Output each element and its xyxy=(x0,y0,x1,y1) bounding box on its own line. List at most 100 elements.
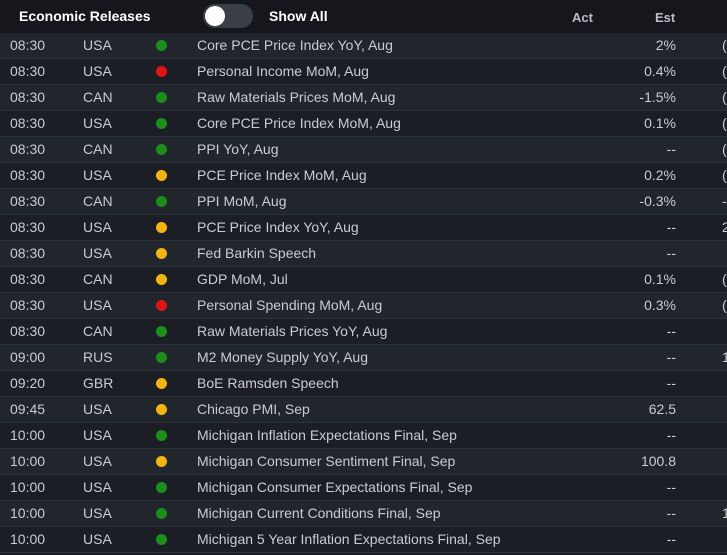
importance-dot-icon xyxy=(156,508,167,519)
release-name: Raw Materials Prices MoM, Aug xyxy=(197,89,396,105)
table-row[interactable]: 08:30 USA Fed Barkin Speech -- xyxy=(0,241,727,267)
importance-dot-icon xyxy=(156,274,167,285)
release-name: PPI YoY, Aug xyxy=(197,141,279,157)
release-previous: -( xyxy=(722,193,727,209)
table-row[interactable]: 10:00 USA Michigan Consumer Sentiment Fina… xyxy=(0,449,727,475)
table-row[interactable]: 08:30 USA Core PCE Price Index MoM, Aug 0.1… xyxy=(0,111,727,137)
column-header-est[interactable]: Est xyxy=(655,10,675,25)
importance-dot-icon xyxy=(156,144,167,155)
release-name: Michigan Consumer Expectations Final, Se… xyxy=(197,479,473,495)
release-name: Michigan Inflation Expectations Final, S… xyxy=(197,427,457,443)
importance-dot-icon xyxy=(156,92,167,103)
release-country: USA xyxy=(83,297,112,313)
table-row[interactable]: 08:30 CAN PPI MoM, Aug -0.3% -( xyxy=(0,189,727,215)
release-time: 08:30 xyxy=(10,89,46,105)
release-country: CAN xyxy=(83,193,113,209)
importance-dot-icon xyxy=(156,482,167,493)
release-country: USA xyxy=(83,453,112,469)
show-all-label: Show All xyxy=(269,8,328,24)
table-row[interactable]: 08:30 USA PCE Price Index YoY, Aug -- 2 xyxy=(0,215,727,241)
table-row[interactable]: 09:00 RUS M2 Money Supply YoY, Aug -- 1! xyxy=(0,345,727,371)
release-estimate: 0.1% xyxy=(644,115,676,131)
releases-list: 08:30 USA Core PCE Price Index YoY, Aug 2% (… xyxy=(0,33,727,553)
importance-dot-icon xyxy=(156,352,167,363)
release-time: 08:30 xyxy=(10,297,46,313)
release-time: 10:00 xyxy=(10,505,46,521)
release-estimate: -- xyxy=(666,219,676,235)
importance-dot-icon xyxy=(156,326,167,337)
show-all-toggle[interactable] xyxy=(203,4,253,28)
table-row[interactable]: 08:30 USA PCE Price Index MoM, Aug 0.2% ( xyxy=(0,163,727,189)
importance-dot-icon xyxy=(156,300,167,311)
release-country: USA xyxy=(83,63,112,79)
release-estimate: -1.5% xyxy=(639,89,676,105)
release-previous: 1! xyxy=(722,349,727,365)
release-time: 08:30 xyxy=(10,63,46,79)
release-estimate: -- xyxy=(666,505,676,521)
table-row[interactable]: 10:00 USA Michigan Consumer Expectations F… xyxy=(0,475,727,501)
release-time: 08:30 xyxy=(10,115,46,131)
release-estimate: 100.8 xyxy=(640,453,676,469)
release-estimate: -- xyxy=(666,323,676,339)
release-time: 08:30 xyxy=(10,245,46,261)
importance-dot-icon xyxy=(156,430,167,441)
table-row[interactable]: 08:30 CAN Raw Materials Prices MoM, Aug -1.… xyxy=(0,85,727,111)
table-row[interactable]: 09:45 USA Chicago PMI, Sep 62.5 xyxy=(0,397,727,423)
table-row[interactable]: 08:30 CAN Raw Materials Prices YoY, Aug -- xyxy=(0,319,727,345)
table-row[interactable]: 09:20 GBR BoE Ramsden Speech -- xyxy=(0,371,727,397)
release-country: USA xyxy=(83,37,112,53)
table-row[interactable]: 10:00 USA Michigan Inflation Expectations … xyxy=(0,423,727,449)
release-country: USA xyxy=(83,531,112,547)
release-estimate: -- xyxy=(666,531,676,547)
column-header-act[interactable]: Act xyxy=(572,10,593,25)
release-name: BoE Ramsden Speech xyxy=(197,375,339,391)
release-country: USA xyxy=(83,427,112,443)
table-row[interactable]: 08:30 USA Personal Spending MoM, Aug 0.3% ( xyxy=(0,293,727,319)
release-country: CAN xyxy=(83,271,113,287)
release-time: 08:30 xyxy=(10,219,46,235)
release-estimate: 62.5 xyxy=(648,401,676,417)
release-previous: ( xyxy=(722,141,727,157)
release-country: CAN xyxy=(83,89,113,105)
release-country: CAN xyxy=(83,141,113,157)
release-time: 08:30 xyxy=(10,167,46,183)
release-time: 08:30 xyxy=(10,193,46,209)
release-estimate: 0.3% xyxy=(644,297,676,313)
release-previous: ( xyxy=(722,167,727,183)
release-estimate: -- xyxy=(666,141,676,157)
release-previous: ( xyxy=(722,297,727,313)
importance-dot-icon xyxy=(156,534,167,545)
importance-dot-icon xyxy=(156,66,167,77)
release-country: CAN xyxy=(83,323,113,339)
table-row[interactable]: 08:30 CAN PPI YoY, Aug -- ( xyxy=(0,137,727,163)
table-row[interactable]: 08:30 CAN GDP MoM, Jul 0.1% ( xyxy=(0,267,727,293)
table-row[interactable]: 08:30 USA Core PCE Price Index YoY, Aug 2% ( xyxy=(0,33,727,59)
release-previous: 1 xyxy=(722,505,727,521)
release-time: 08:30 xyxy=(10,271,46,287)
release-time: 10:00 xyxy=(10,453,46,469)
table-row[interactable]: 08:30 USA Personal Income MoM, Aug 0.4% ( xyxy=(0,59,727,85)
table-row[interactable]: 10:00 USA Michigan Current Conditions Fina… xyxy=(0,501,727,527)
release-time: 08:30 xyxy=(10,141,46,157)
release-country: GBR xyxy=(83,375,114,391)
importance-dot-icon xyxy=(156,118,167,129)
release-time: 10:00 xyxy=(10,531,46,547)
release-name: PCE Price Index YoY, Aug xyxy=(197,219,359,235)
release-estimate: 0.4% xyxy=(644,63,676,79)
release-name: Core PCE Price Index YoY, Aug xyxy=(197,37,393,53)
release-name: Core PCE Price Index MoM, Aug xyxy=(197,115,401,131)
release-estimate: -- xyxy=(666,245,676,261)
table-row[interactable]: 10:00 USA Michigan 5 Year Inflation Expect… xyxy=(0,527,727,553)
release-previous: ( xyxy=(722,271,727,287)
panel-title: Economic Releases xyxy=(19,8,151,24)
release-estimate: 2% xyxy=(655,37,676,53)
release-previous: ( xyxy=(722,37,727,53)
release-estimate: -- xyxy=(666,479,676,495)
release-time: 09:45 xyxy=(10,401,46,417)
release-name: Michigan Current Conditions Final, Sep xyxy=(197,505,441,521)
release-time: 08:30 xyxy=(10,323,46,339)
release-time: 10:00 xyxy=(10,427,46,443)
release-estimate: 0.1% xyxy=(644,271,676,287)
release-estimate: -- xyxy=(666,375,676,391)
importance-dot-icon xyxy=(156,456,167,467)
